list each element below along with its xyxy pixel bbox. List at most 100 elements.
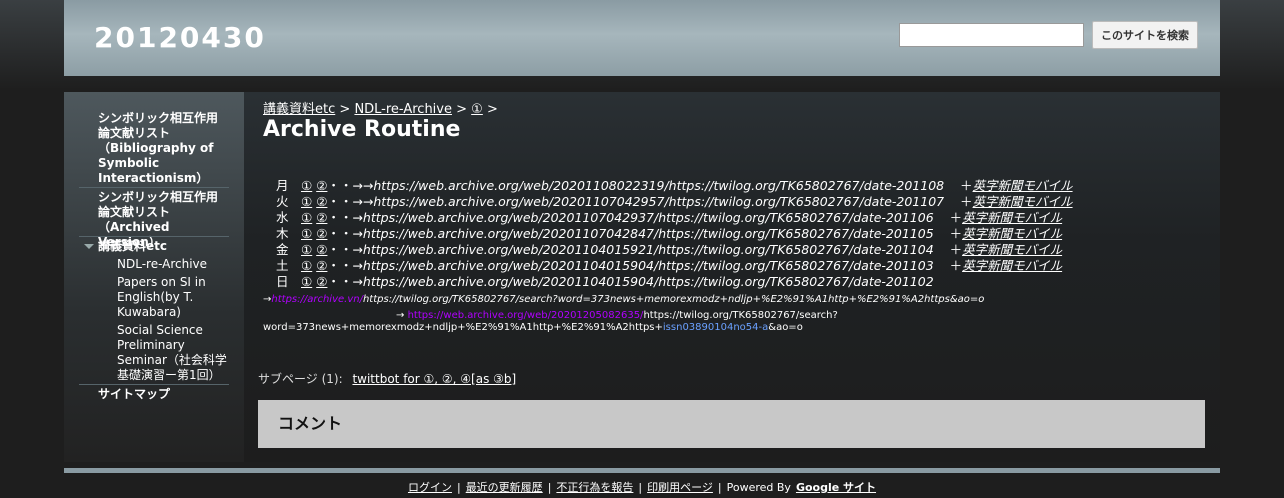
mobile-news-link[interactable]: 英字新聞モバイル	[973, 178, 1073, 193]
link-1[interactable]: ①	[301, 194, 312, 209]
footer-separator: |	[456, 481, 461, 494]
link-1[interactable]: ①	[301, 242, 312, 257]
extra-line-3: word=373news+memorexmodz+ndljp+%E2%91%A1…	[263, 320, 984, 336]
footer-bar	[64, 468, 1220, 473]
sidebar: シンボリック相互作用論文献リスト（Bibliography of Symboli…	[64, 92, 244, 462]
day-label: 土	[276, 258, 289, 273]
link-2[interactable]: ②	[316, 274, 327, 289]
archive-url: https://web.archive.org/web/202011070429…	[362, 210, 934, 225]
search-input[interactable]	[899, 23, 1084, 47]
arrow-text: ・・→→	[327, 194, 374, 209]
mobile-news-link[interactable]: 英字新聞モバイル	[973, 194, 1073, 209]
arrow-text: ・・→	[327, 210, 363, 225]
day-label: 月	[276, 178, 289, 193]
link-1[interactable]: ①	[301, 226, 312, 241]
login-link[interactable]: ログイン	[408, 481, 452, 494]
mobile-news-link[interactable]: 英字新聞モバイル	[962, 242, 1062, 257]
arrow-text: ・・→	[327, 274, 363, 289]
link-2[interactable]: ②	[316, 194, 327, 209]
link-2[interactable]: ②	[316, 242, 327, 257]
link-1[interactable]: ①	[301, 210, 312, 225]
page-title: Archive Routine	[263, 117, 461, 142]
archive-url: https://web.archive.org/web/202011070429…	[373, 194, 945, 209]
sidebar-subitem-papers[interactable]: Papers on SI in English(by T. Kuwabara)	[117, 275, 232, 320]
search-url-text: word=373news+memorexmodz+ndljp+%E2%91%A1…	[263, 322, 663, 333]
search-archive-links: →https://archive.vn/https://twilog.org/T…	[263, 292, 984, 336]
link-2[interactable]: ②	[316, 258, 327, 273]
sidebar-item-bibliography[interactable]: シンボリック相互作用論文献リスト（Bibliography of Symboli…	[98, 111, 223, 186]
link-2[interactable]: ②	[316, 178, 327, 193]
day-label: 木	[276, 226, 289, 241]
powered-by-text: Powered By	[726, 481, 791, 494]
issn-link[interactable]: issn03890104no54-a	[663, 322, 768, 333]
footer-separator: |	[638, 481, 643, 494]
list-item: 月① ②・・→→https://web.archive.org/web/2020…	[276, 178, 1073, 194]
breadcrumb-link-ndl[interactable]: NDL-re-Archive	[354, 102, 452, 117]
search-url-end: &ao=o	[768, 322, 803, 333]
arrow-text: ・・→	[327, 258, 363, 273]
link-1[interactable]: ①	[301, 178, 312, 193]
subpages: サブページ (1): twittbot for ①, ②, ④[as ③b]	[258, 370, 516, 387]
archive-vn-link[interactable]: https://archive.vn/	[271, 294, 363, 305]
link-1[interactable]: ①	[301, 274, 312, 289]
plus-text: ＋	[949, 242, 963, 257]
archive-url: https://web.archive.org/web/202011040159…	[362, 258, 934, 273]
search-url-text: https://twilog.org/TK65802767/search?wor…	[362, 294, 985, 305]
arrow-text: ・・→→	[327, 178, 374, 193]
archive-url: https://web.archive.org/web/202011070428…	[362, 226, 934, 241]
breadcrumb-separator: >	[456, 102, 468, 117]
list-item: 水① ②・・→https://web.archive.org/web/20201…	[276, 210, 1073, 226]
arrow-text: ・・→	[327, 226, 363, 241]
google-sites-link[interactable]: Google サイト	[796, 481, 876, 494]
breadcrumb: 講義資料etc > NDL-re-Archive > ① >	[263, 98, 498, 117]
sidebar-item-sitemap[interactable]: サイトマップ	[98, 387, 170, 402]
plus-text: ＋	[949, 226, 963, 241]
sidebar-divider	[79, 236, 229, 237]
main-content: 講義資料etc > NDL-re-Archive > ① > Archive R…	[244, 92, 1220, 462]
plus-text: ＋	[960, 178, 973, 193]
recent-changes-link[interactable]: 最近の更新履歴	[466, 481, 543, 494]
subpage-link[interactable]: twittbot for ①, ②, ④[as ③b]	[352, 372, 516, 386]
link-2[interactable]: ②	[316, 210, 327, 225]
day-label: 日	[276, 274, 289, 289]
list-item: 火① ②・・→→https://web.archive.org/web/2020…	[276, 194, 1073, 210]
arrow-text: ・・→	[327, 242, 363, 257]
comment-section: コメント	[258, 400, 1205, 448]
breadcrumb-link-lecture[interactable]: 講義資料etc	[263, 102, 335, 117]
link-2[interactable]: ②	[316, 226, 327, 241]
breadcrumb-separator: >	[339, 102, 351, 117]
plus-text: ＋	[949, 210, 963, 225]
plus-text: ＋	[960, 194, 973, 209]
day-label: 金	[276, 242, 289, 257]
day-label: 火	[276, 194, 289, 209]
day-label: 水	[276, 210, 289, 225]
footer-separator: |	[547, 481, 552, 494]
print-page-link[interactable]: 印刷用ページ	[647, 481, 713, 494]
search-button[interactable]: このサイトを検索	[1092, 21, 1198, 49]
archive-url: https://web.archive.org/web/202011040159…	[362, 274, 934, 289]
link-1[interactable]: ①	[301, 258, 312, 273]
expand-triangle-icon[interactable]	[84, 244, 94, 249]
archive-url: https://web.archive.org/web/202011080223…	[373, 178, 945, 193]
sidebar-subitem-seminar[interactable]: Social Science Preliminary Seminar（社会科学基…	[117, 323, 232, 383]
weekly-list: 月① ②・・→→https://web.archive.org/web/2020…	[276, 178, 1073, 290]
report-abuse-link[interactable]: 不正行為を報告	[556, 481, 633, 494]
breadcrumb-link-1[interactable]: ①	[471, 102, 483, 117]
extra-line-1: →https://archive.vn/https://twilog.org/T…	[263, 292, 984, 308]
list-item: 日① ②・・→https://web.archive.org/web/20201…	[276, 274, 1073, 290]
comment-title: コメント	[278, 414, 343, 433]
list-item: 土① ②・・→https://web.archive.org/web/20201…	[276, 258, 1073, 274]
plus-text: ＋	[949, 258, 963, 273]
footer: ログイン | 最近の更新履歴 | 不正行為を報告 | 印刷用ページ | Powered By Go…	[0, 479, 1284, 495]
site-header: 20120430 このサイトを検索	[64, 0, 1220, 76]
list-item: 金① ②・・→https://web.archive.org/web/20201…	[276, 242, 1073, 258]
mobile-news-link[interactable]: 英字新聞モバイル	[962, 226, 1062, 241]
list-item: 木① ②・・→https://web.archive.org/web/20201…	[276, 226, 1073, 242]
subpages-label: サブページ (1):	[258, 372, 343, 386]
mobile-news-link[interactable]: 英字新聞モバイル	[962, 258, 1062, 273]
sidebar-item-lecture[interactable]: 講義資料etc	[98, 239, 167, 254]
footer-separator: |	[717, 481, 722, 494]
site-title[interactable]: 20120430	[94, 21, 266, 54]
mobile-news-link[interactable]: 英字新聞モバイル	[962, 210, 1062, 225]
sidebar-subitem-ndl[interactable]: NDL-re-Archive	[117, 257, 232, 272]
